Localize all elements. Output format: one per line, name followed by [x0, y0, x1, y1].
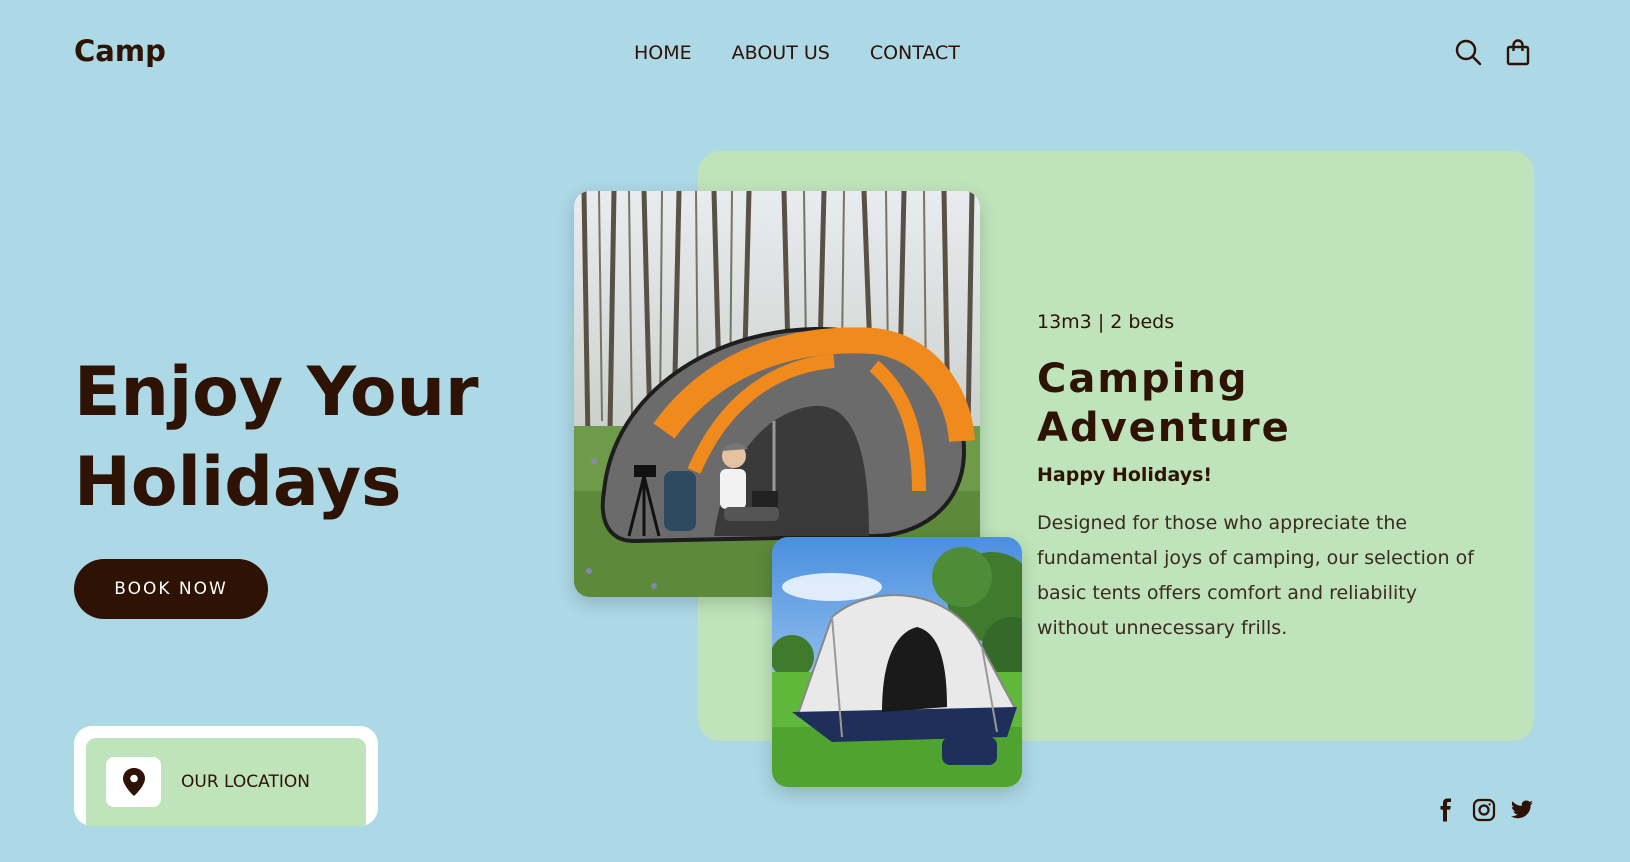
hero-title-line2: Holidays — [74, 443, 402, 522]
shopping-bag-icon[interactable] — [1504, 38, 1532, 66]
hero-title: Enjoy Your Holidays — [74, 348, 554, 528]
nav-contact[interactable]: CONTACT — [870, 42, 960, 64]
header-actions — [1454, 38, 1532, 66]
feature-title: Camping Adventure — [1037, 356, 1291, 451]
main-nav: HOME ABOUT US CONTACT — [634, 42, 960, 64]
twitter-icon[interactable] — [1510, 798, 1534, 822]
nav-home[interactable]: HOME — [634, 42, 692, 64]
feature-subtitle: Happy Holidays! — [1037, 464, 1213, 486]
nav-about-us[interactable]: ABOUT US — [732, 42, 830, 64]
location-card: OUR LOCATION — [74, 726, 378, 826]
pin-box — [106, 757, 161, 807]
instagram-icon[interactable] — [1472, 798, 1496, 822]
navy-tent-photo — [772, 537, 1022, 787]
social-links — [1434, 798, 1534, 822]
feature-description: Designed for those who appreciate the fu… — [1037, 512, 1474, 639]
facebook-icon[interactable] — [1434, 798, 1458, 822]
book-now-button[interactable]: BOOK NOW — [74, 559, 268, 619]
brand-logo[interactable]: Camp — [74, 34, 166, 68]
tent-spec: 13m3 | 2 beds — [1037, 311, 1175, 333]
location-label: OUR LOCATION — [181, 772, 310, 792]
hero-title-line1: Enjoy Your — [74, 353, 479, 432]
map-pin-icon — [122, 768, 145, 796]
our-location-button[interactable]: OUR LOCATION — [86, 738, 366, 826]
search-icon[interactable] — [1454, 38, 1482, 66]
